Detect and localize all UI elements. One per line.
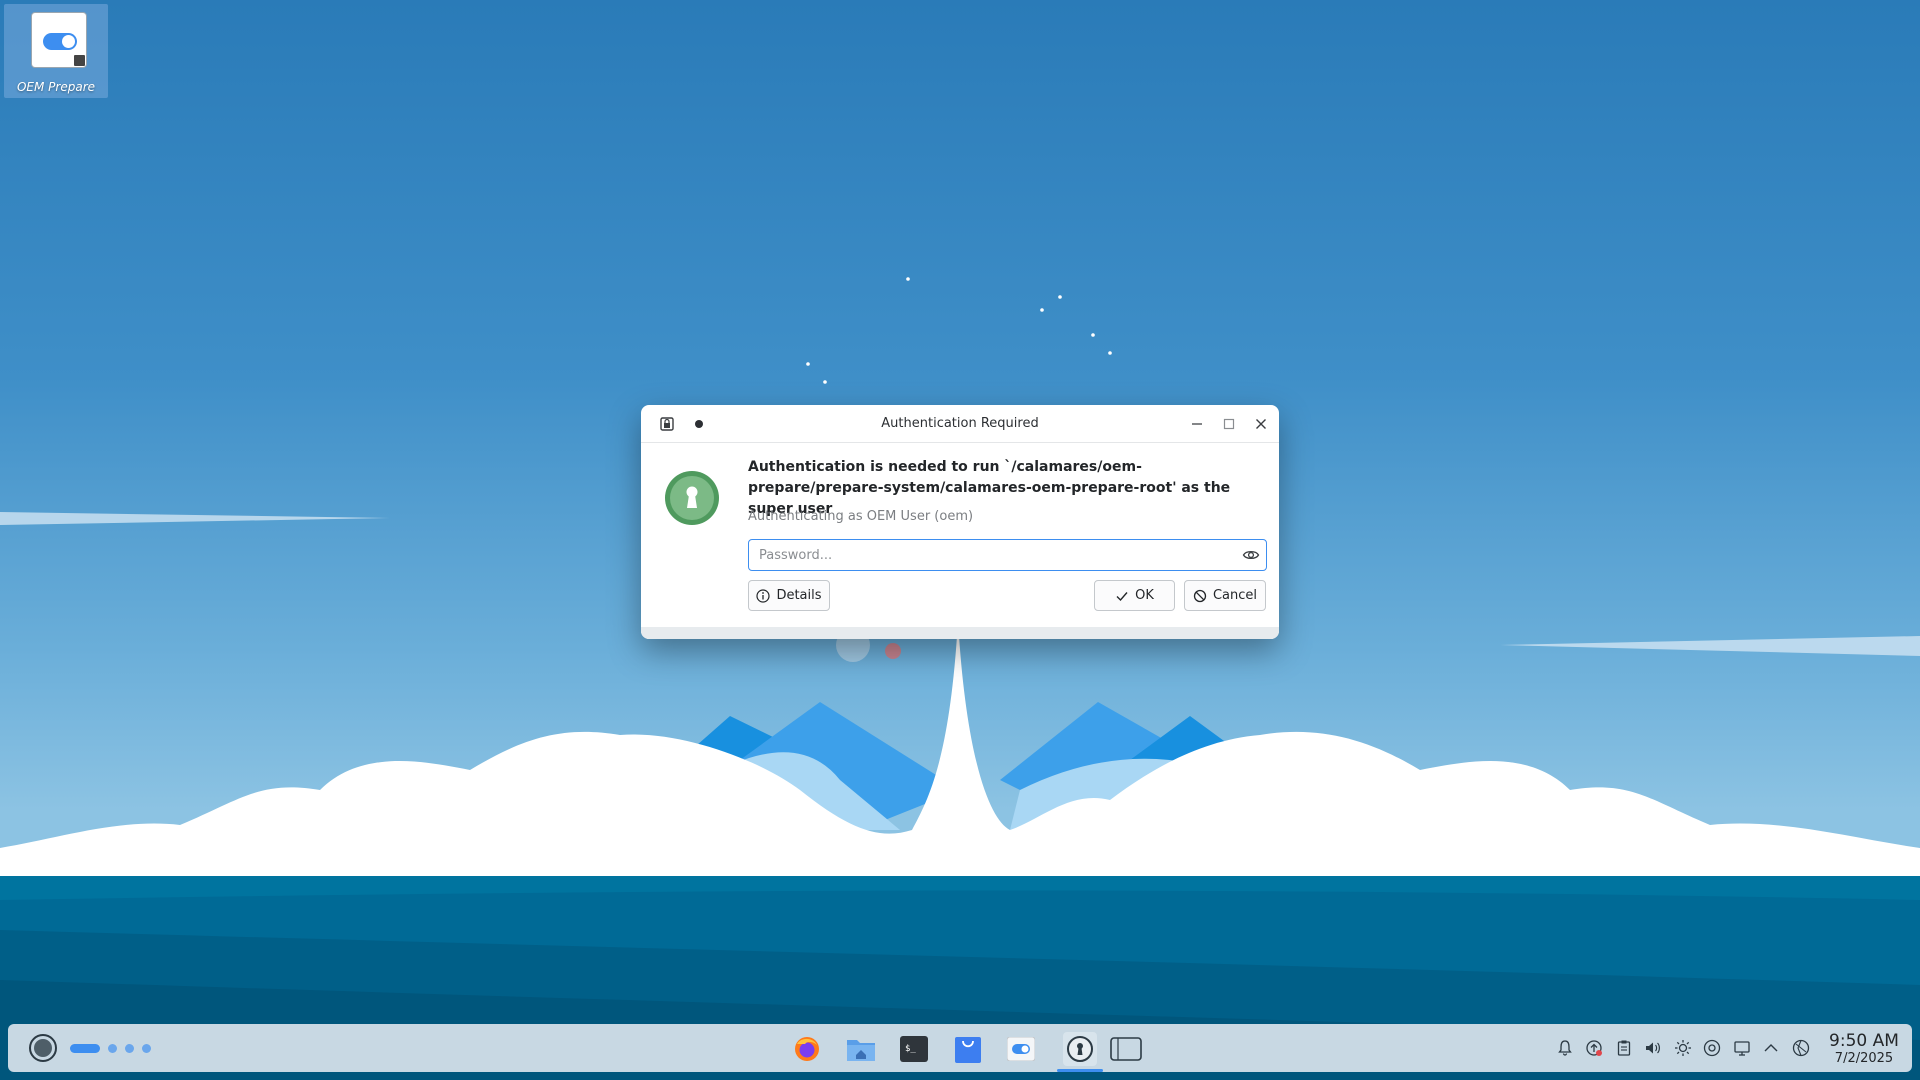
clipboard-icon[interactable] xyxy=(1615,1039,1633,1057)
eye-icon[interactable] xyxy=(1242,547,1260,563)
shopping-bag-icon xyxy=(955,1037,981,1063)
notifications-icon[interactable] xyxy=(1556,1039,1574,1057)
svg-text:$_: $_ xyxy=(905,1044,916,1054)
taskbar-app-firefox[interactable] xyxy=(790,1032,824,1066)
desktop-2-indicator[interactable] xyxy=(108,1044,117,1053)
dialog-titlebar[interactable]: Authentication Required xyxy=(641,405,1279,443)
expand-tray-icon[interactable] xyxy=(1762,1039,1780,1057)
close-icon xyxy=(1256,419,1266,429)
toggle-app-icon xyxy=(1007,1037,1035,1061)
clock-date[interactable]: 7/2/2025 xyxy=(1824,1051,1904,1066)
updates-icon[interactable] xyxy=(1585,1039,1603,1057)
cancel-label: Cancel xyxy=(1212,588,1258,603)
taskbar-app-discover[interactable] xyxy=(951,1032,985,1066)
desktop-icon-oem-prepare[interactable]: OEM Prepare xyxy=(4,4,108,98)
info-icon xyxy=(756,588,771,603)
keyhole-icon xyxy=(1067,1036,1093,1062)
maximize-button[interactable] xyxy=(1219,414,1239,434)
taskbar-app-terminal[interactable]: $_ xyxy=(897,1032,931,1066)
password-input[interactable] xyxy=(759,540,1229,570)
checkmark-icon xyxy=(1116,591,1128,601)
taskbar-app-window[interactable] xyxy=(1109,1032,1143,1066)
cancel-button[interactable]: Cancel xyxy=(1184,580,1266,611)
launcher-icon xyxy=(29,1034,57,1062)
media-icon[interactable] xyxy=(1703,1039,1721,1057)
window-icon xyxy=(1110,1037,1142,1061)
ok-button[interactable]: OK xyxy=(1094,580,1175,611)
folder-home-icon xyxy=(847,1040,875,1061)
display-icon[interactable] xyxy=(1733,1039,1751,1057)
taskbar-app-authentication[interactable] xyxy=(1063,1032,1097,1066)
keyhole-icon xyxy=(665,471,719,525)
desktop-4-indicator[interactable] xyxy=(142,1044,151,1053)
taskbar: $_ 9:50 AM 7/2/2025 xyxy=(8,1024,1912,1072)
clock-time[interactable]: 9:50 AM xyxy=(1824,1031,1904,1051)
volume-icon[interactable] xyxy=(1644,1039,1662,1057)
toggle-app-icon xyxy=(31,12,87,68)
details-label: Details xyxy=(776,588,822,603)
desktop-1-indicator[interactable] xyxy=(70,1044,100,1053)
cancel-icon xyxy=(1193,589,1207,602)
terminal-icon: $_ xyxy=(900,1036,928,1062)
dialog-footer xyxy=(641,627,1279,639)
maximize-icon xyxy=(1223,418,1235,430)
brightness-icon[interactable] xyxy=(1674,1039,1692,1057)
shortcut-arrow-icon xyxy=(74,55,85,66)
desktop-3-indicator[interactable] xyxy=(125,1044,134,1053)
firefox-icon xyxy=(795,1037,819,1061)
network-icon[interactable] xyxy=(1792,1039,1810,1057)
password-field[interactable] xyxy=(748,539,1267,571)
auth-user-line: Authenticating as OEM User (oem) xyxy=(748,509,974,524)
dialog-title: Authentication Required xyxy=(881,416,1039,431)
taskbar-app-oem-prepare[interactable] xyxy=(1004,1032,1038,1066)
close-button[interactable] xyxy=(1251,414,1271,434)
application-launcher-button[interactable] xyxy=(22,1024,64,1072)
minimize-button[interactable] xyxy=(1187,414,1207,434)
taskbar-app-file-manager[interactable] xyxy=(844,1032,878,1066)
authentication-dialog: Authentication Required Authentication i… xyxy=(641,405,1279,639)
active-task-indicator xyxy=(1057,1069,1103,1072)
desktop-icon-label: OEM Prepare xyxy=(16,80,96,94)
ok-label: OK xyxy=(1135,588,1154,603)
minimize-icon xyxy=(1192,423,1202,425)
details-button[interactable]: Details xyxy=(748,580,830,611)
